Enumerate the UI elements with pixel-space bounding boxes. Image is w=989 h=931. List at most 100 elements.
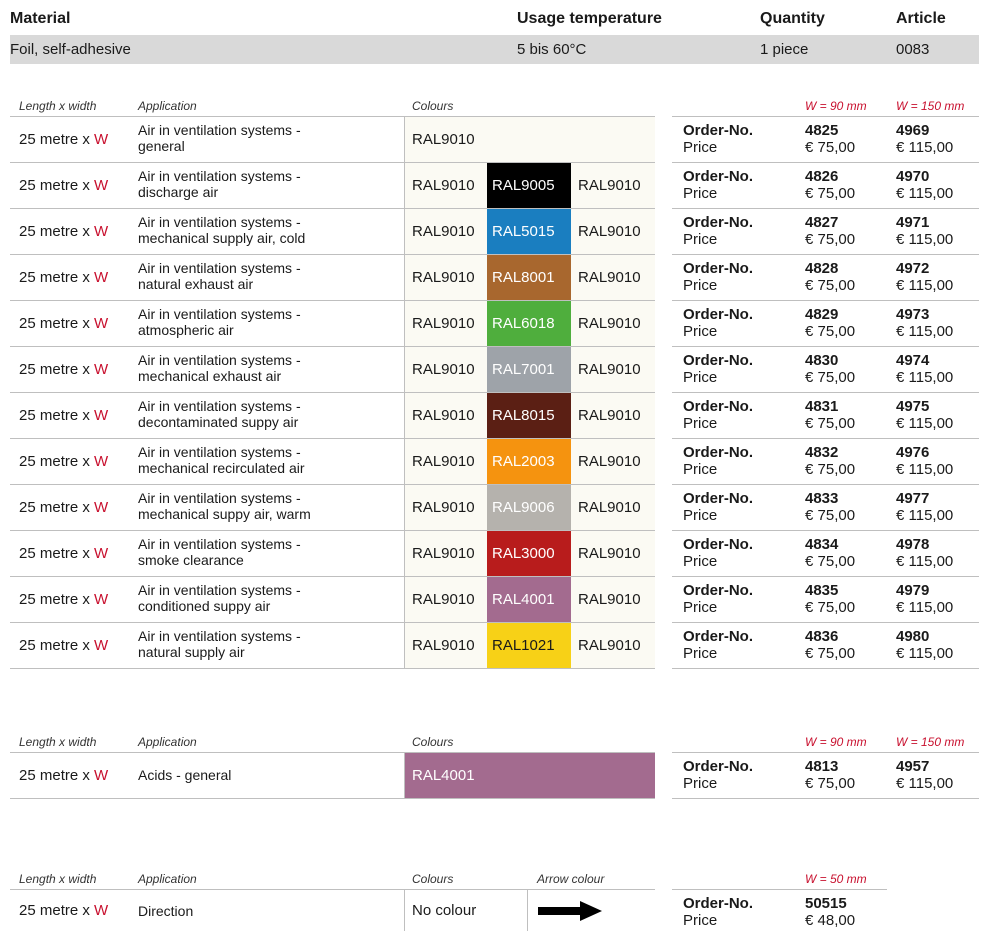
order-number-w90: 4834 [805, 536, 839, 553]
size-cell: 25 metre x W [19, 223, 109, 240]
col-colours: Colours [412, 99, 454, 113]
price-w90: € 75,00 [805, 645, 856, 662]
order-block: Order-No. Price 4833 € 75,00 4977 € 115,00 [672, 485, 979, 531]
price-w150: € 115,00 [896, 553, 954, 570]
application-cell: Air in ventilation systems - decontaminat… [138, 398, 301, 430]
colour-swatch: RAL9006 [487, 485, 571, 530]
col-colours: Colours [412, 735, 454, 749]
price-w150: € 115,00 [896, 461, 954, 478]
colour-left: RAL9010 [412, 269, 475, 286]
application-cell: Air in ventilation systems - mechanical s… [138, 490, 311, 522]
order-number-w90: 4832 [805, 444, 839, 461]
price-w90: € 75,00 [805, 507, 856, 524]
table-row: 25 metre x W Air in ventilation systems -… [10, 209, 655, 255]
colour-right: RAL9010 [578, 407, 641, 424]
application-cell: Air in ventilation systems - mechanical r… [138, 444, 305, 476]
order-number-w90: 4829 [805, 306, 839, 323]
size-cell: 25 metre x W [19, 361, 109, 378]
price-w150: € 115,00 [896, 507, 954, 524]
colour-swatch: RAL8001 [487, 255, 571, 300]
size-cell: 25 metre x W [19, 407, 109, 424]
order-number-w90: 4835 [805, 582, 839, 599]
order-block: Order-No. Price 4827 € 75,00 4971 € 115,00 [672, 209, 979, 255]
size-cell: 25 metre x W [19, 499, 109, 516]
colour-right: RAL9010 [578, 177, 641, 194]
order-number-w90: 4831 [805, 398, 839, 415]
colour-swatch: RAL1021 [487, 623, 571, 668]
col-w150: W = 150 mm [896, 735, 965, 749]
order-number-w90: 4826 [805, 168, 839, 185]
application-cell: Air in ventilation systems - smoke cleara… [138, 536, 301, 568]
colour-left: RAL9010 [412, 315, 475, 332]
order-number-w150: 4973 [896, 306, 930, 323]
quantity-value: 1 piece [760, 41, 809, 58]
colour-swatch: RAL2003 [487, 439, 571, 484]
colour-right: RAL9010 [578, 591, 641, 608]
application-cell: Air in ventilation systems - discharge ai… [138, 168, 301, 200]
section2-column-headers: Length x width Application Colours W = 9… [0, 732, 989, 752]
size-cell: 25 metre x W [19, 637, 109, 654]
table-row: 25 metre x W Air in ventilation systems -… [10, 393, 655, 439]
price-w90: € 75,00 [805, 139, 856, 156]
col-application: Application [138, 872, 197, 886]
usage-temperature-value: 5 bis 60°C [517, 41, 587, 58]
order-number-w150: 4976 [896, 444, 930, 461]
size-cell: 25 metre x W [19, 131, 109, 148]
col-w90: W = 90 mm [805, 735, 867, 749]
colour-swatch: RAL4001 [405, 753, 655, 798]
table-row: 25 metre x W Air in ventilation systems -… [10, 577, 655, 623]
colour-cell: No colour [412, 902, 477, 919]
order-number-w150: 4969 [896, 122, 930, 139]
order-block: Order-No. Price 4826 € 75,00 4970 € 115,00 [672, 163, 979, 209]
application-cell: Acids - general [138, 767, 232, 783]
price-w150: € 115,00 [896, 645, 954, 662]
colour-swatch: RAL4001 [487, 577, 571, 622]
article-label: Article [896, 10, 946, 27]
colour-left: RAL9010 [412, 223, 475, 240]
size-cell: 25 metre x W [19, 545, 109, 562]
order-block: Order-No. Price 4829 € 75,00 4973 € 115,00 [672, 301, 979, 347]
table-row: 25 metre x W Air in ventilation systems -… [10, 163, 655, 209]
price-w150: € 115,00 [896, 231, 954, 248]
colour-left: RAL9010 [412, 131, 475, 148]
order-block: Order-No. Price 4835 € 75,00 4979 € 115,00 [672, 577, 979, 623]
order-number-w150: 4970 [896, 168, 930, 185]
colour-left: RAL9010 [412, 545, 475, 562]
colour-swatch: RAL5015 [487, 209, 571, 254]
colour-right: RAL9010 [578, 223, 641, 240]
colour-right: RAL9010 [578, 545, 641, 562]
order-number-w150: 4979 [896, 582, 930, 599]
application-cell: Air in ventilation systems - mechanical s… [138, 214, 306, 246]
size-cell: 25 metre x W [19, 453, 109, 470]
col-arrow-colour: Arrow colour [537, 872, 605, 886]
material-label: Material [10, 10, 71, 27]
price-w90: € 75,00 [805, 415, 856, 432]
order-number-w150: 4974 [896, 352, 930, 369]
size-cell: 25 metre x W [19, 902, 109, 919]
arrow-right-icon [538, 901, 602, 921]
col-size: Length x width [19, 99, 97, 113]
colour-swatch: RAL6018 [487, 301, 571, 346]
order-block: Order-No. Price 4832 € 75,00 4976 € 115,00 [672, 439, 979, 485]
order-number-w90: 4828 [805, 260, 839, 277]
price-w90: € 75,00 [805, 553, 856, 570]
colour-swatch: RAL7001 [487, 347, 571, 392]
section3-column-headers: Length x width Application Colours Arrow… [0, 869, 989, 889]
col-colours: Colours [412, 872, 454, 886]
colour-right: RAL9010 [578, 637, 641, 654]
price-w90: € 75,00 [805, 277, 856, 294]
application-cell: Air in ventilation systems - atmospheric … [138, 306, 301, 338]
quantity-label: Quantity [760, 10, 825, 27]
table-row: 25 metre x W Air in ventilation systems -… [10, 117, 655, 163]
order-block: Order-No. Price 4836 € 75,00 4980 € 115,00 [672, 623, 979, 669]
colour-swatch: RAL8015 [487, 393, 571, 438]
size-cell: 25 metre x W [19, 315, 109, 332]
col-application: Application [138, 735, 197, 749]
price-w90: € 75,00 [805, 231, 856, 248]
article-value: 0083 [896, 41, 930, 58]
colour-left: RAL9010 [412, 637, 475, 654]
price-w150: € 115,00 [896, 139, 954, 156]
order-block: Order-No. Price 4834 € 75,00 4978 € 115,00 [672, 531, 979, 577]
order-number-w150: 4977 [896, 490, 930, 507]
colour-left: RAL9010 [412, 407, 475, 424]
